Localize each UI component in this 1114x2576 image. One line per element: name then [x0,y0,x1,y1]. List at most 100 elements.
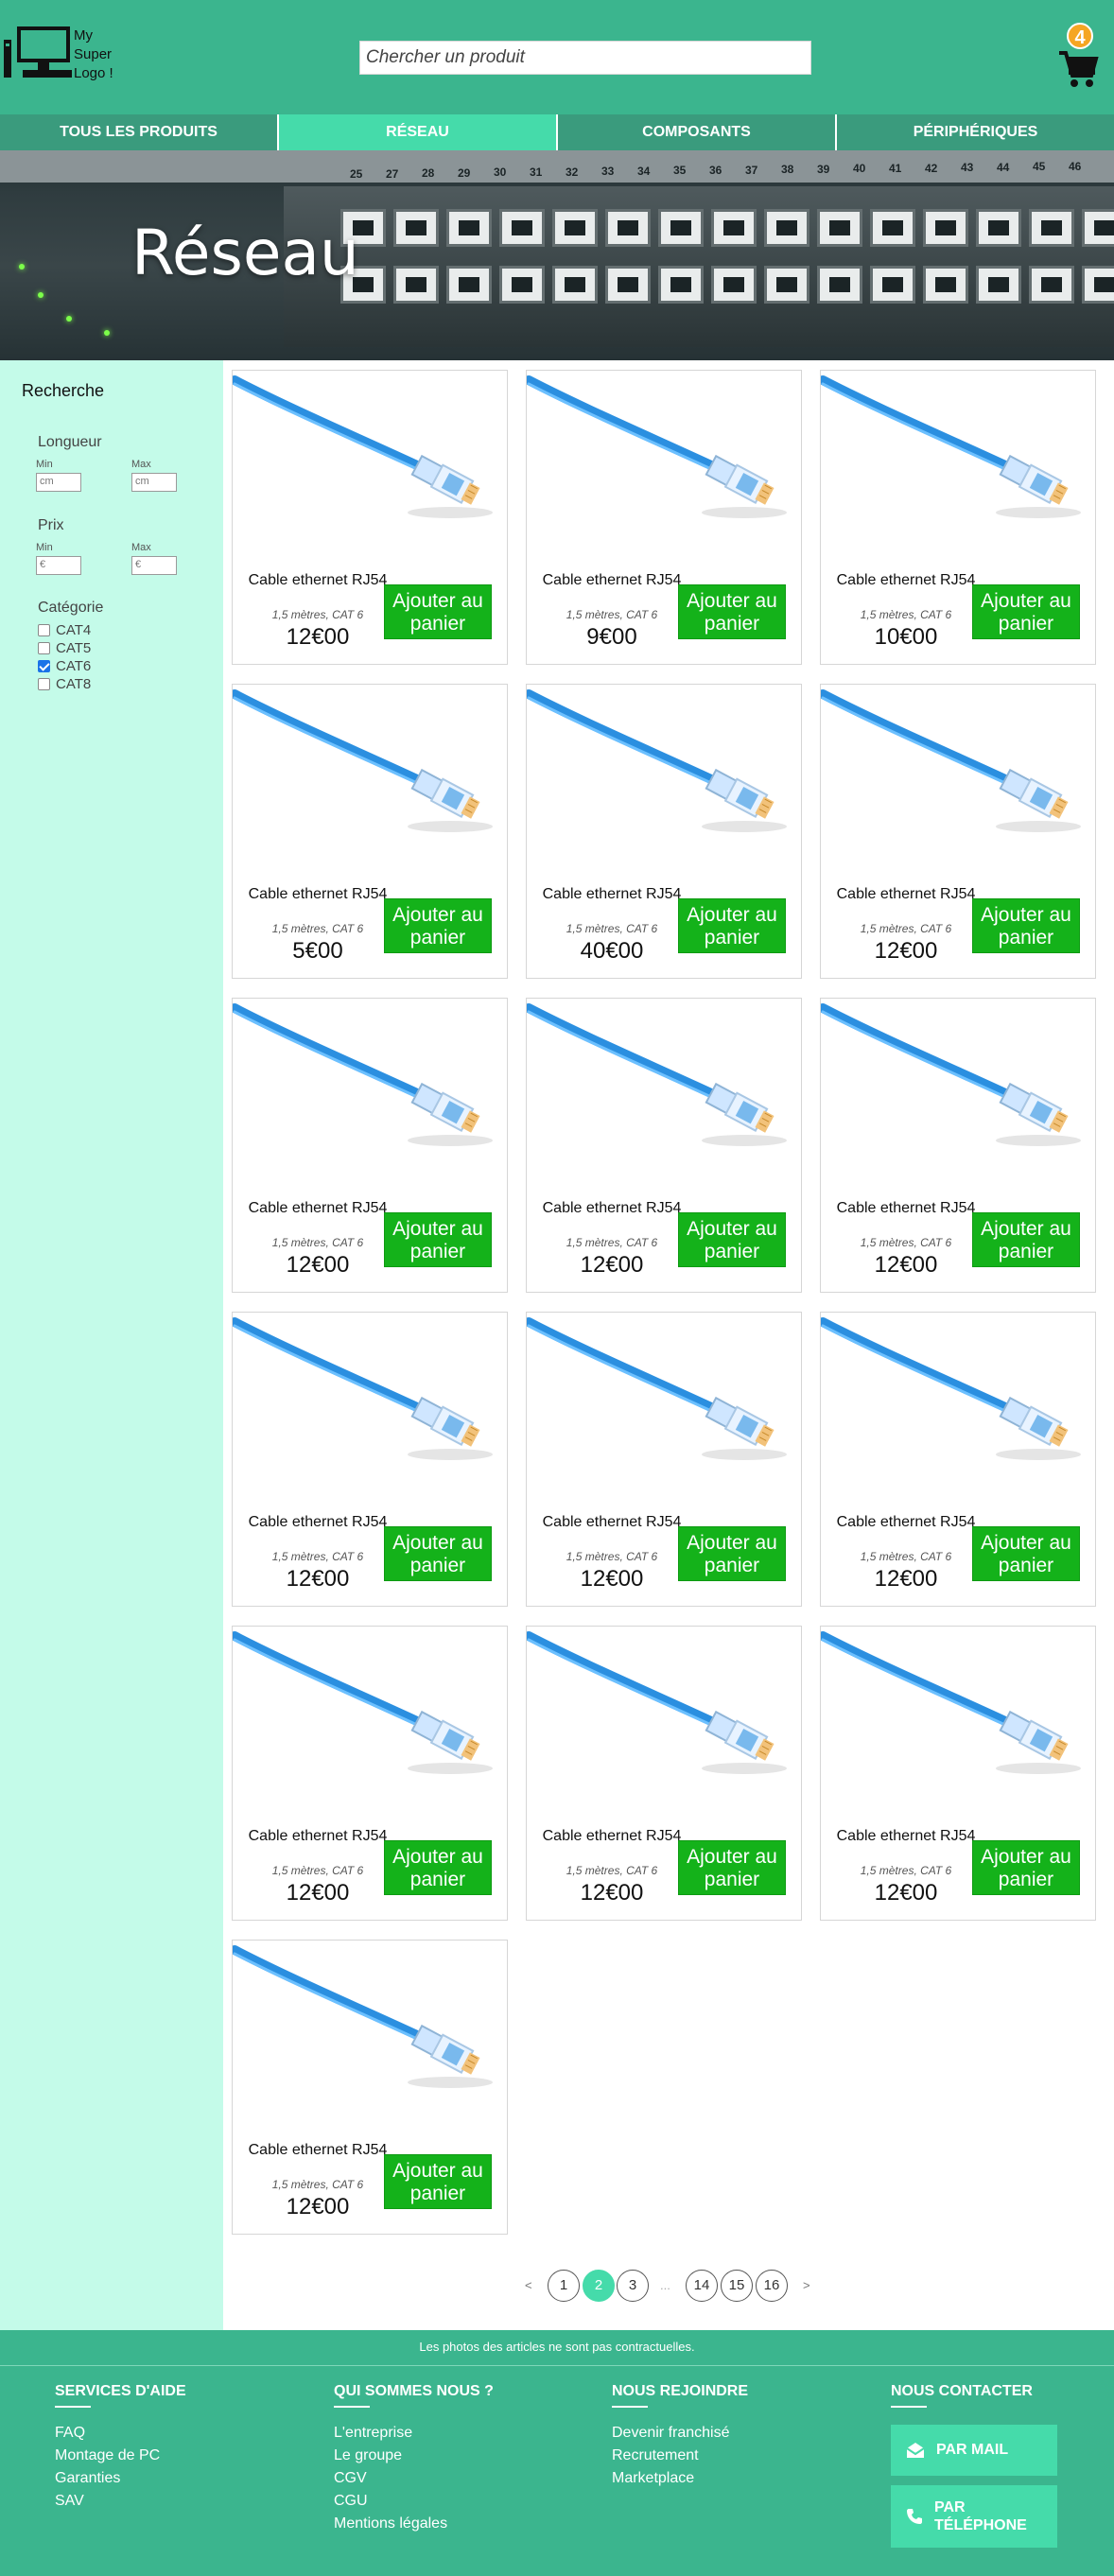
page-1[interactable]: 1 [548,2270,580,2302]
product-card[interactable]: Cable ethernet RJ54 1,5 mètres, CAT 6 12€0… [232,1312,508,1607]
add-to-cart-button[interactable]: Ajouter au panier [972,584,1080,639]
search-input[interactable]: Chercher un produit [359,41,811,75]
footer-link-marketplace[interactable]: Marketplace [612,2470,694,2487]
length-max-input[interactable]: cm [131,473,177,492]
add-to-cart-button[interactable]: Ajouter au panier [384,1526,492,1581]
product-name[interactable]: Cable ethernet RJ54 [828,1199,983,1217]
product-card[interactable]: Cable ethernet RJ54 1,5 mètres, CAT 6 12€0… [820,684,1096,979]
switch-port [393,209,439,247]
footer-link-sav[interactable]: SAV [55,2493,84,2510]
category-option-cat5[interactable]: CAT5 [38,640,91,656]
cable-image [527,375,787,518]
product-name[interactable]: Cable ethernet RJ54 [828,885,983,903]
add-to-cart-button[interactable]: Ajouter au panier [678,1840,786,1895]
add-to-cart-button[interactable]: Ajouter au panier [678,898,786,953]
footer-link-cgv[interactable]: CGV [334,2470,367,2487]
product-name[interactable]: Cable ethernet RJ54 [534,1513,689,1531]
contact-mail-button[interactable]: PAR MAIL [891,2425,1057,2476]
add-to-cart-button[interactable]: Ajouter au panier [972,1526,1080,1581]
footer-link-warranty[interactable]: Garanties [55,2470,120,2487]
footer-link-franchise[interactable]: Devenir franchisé [612,2425,730,2442]
product-card[interactable]: Cable ethernet RJ54 1,5 mètres, CAT 6 10€0… [820,370,1096,665]
product-card[interactable]: Cable ethernet RJ54 1,5 mètres, CAT 6 12€0… [232,1626,508,1921]
contact-phone-button[interactable]: PAR TÉLÉPHONE [891,2485,1057,2548]
footer-link-pc-build[interactable]: Montage de PC [55,2447,160,2464]
product-name[interactable]: Cable ethernet RJ54 [240,885,395,903]
product-card[interactable]: Cable ethernet RJ54 1,5 mètres, CAT 6 12€0… [526,1312,802,1607]
cable-image [233,1945,493,2088]
product-name[interactable]: Cable ethernet RJ54 [534,571,689,589]
product-description: 1,5 mètres, CAT 6 [860,922,952,935]
checkbox-checked[interactable] [38,660,50,672]
add-to-cart-button[interactable]: Ajouter au panier [384,2154,492,2209]
product-price: 12€00 [580,1566,644,1592]
page-14[interactable]: 14 [686,2270,718,2302]
add-to-cart-button[interactable]: Ajouter au panier [384,898,492,953]
add-to-cart-button[interactable]: Ajouter au panier [972,898,1080,953]
category-option-cat4[interactable]: CAT4 [38,622,91,638]
switch-port [1082,266,1114,304]
checkbox[interactable] [38,678,50,690]
footer-link-company[interactable]: L'entreprise [334,2425,412,2442]
product-name[interactable]: Cable ethernet RJ54 [240,1827,395,1845]
product-name[interactable]: Cable ethernet RJ54 [828,571,983,589]
add-to-cart-button[interactable]: Ajouter au panier [384,1840,492,1895]
footer-link-legal[interactable]: Mentions légales [334,2515,447,2532]
product-name[interactable]: Cable ethernet RJ54 [828,1827,983,1845]
product-name[interactable]: Cable ethernet RJ54 [534,885,689,903]
page-16[interactable]: 16 [756,2270,788,2302]
add-to-cart-button[interactable]: Ajouter au panier [384,584,492,639]
product-name[interactable]: Cable ethernet RJ54 [240,1199,395,1217]
price-max-input[interactable]: € [131,556,177,575]
product-card[interactable]: Cable ethernet RJ54 1,5 mètres, CAT 6 12€0… [820,998,1096,1293]
product-card[interactable]: Cable ethernet RJ54 1,5 mètres, CAT 6 12€0… [526,1626,802,1921]
length-min-input[interactable]: cm [36,473,81,492]
product-card[interactable]: Cable ethernet RJ54 1,5 mètres, CAT 6 12€0… [232,1940,508,2235]
product-name[interactable]: Cable ethernet RJ54 [828,1513,983,1531]
product-name[interactable]: Cable ethernet RJ54 [240,2141,395,2159]
page-3[interactable]: 3 [617,2270,649,2302]
product-name[interactable]: Cable ethernet RJ54 [534,1827,689,1845]
product-card[interactable]: Cable ethernet RJ54 1,5 mètres, CAT 6 12€0… [526,998,802,1293]
add-to-cart-button[interactable]: Ajouter au panier [972,1840,1080,1895]
checkbox[interactable] [38,624,50,636]
product-card[interactable]: Cable ethernet RJ54 1,5 mètres, CAT 6 12€0… [820,1312,1096,1607]
product-price: 12€00 [874,938,938,964]
cart-icon[interactable] [1057,47,1099,91]
logo-text[interactable]: My Super Logo ! [74,26,113,83]
price-min-label: Min [36,542,53,553]
port-number: 42 [925,161,938,175]
tab-network[interactable]: RÉSEAU [279,114,558,150]
price-min-input[interactable]: € [36,556,81,575]
footer-link-faq[interactable]: FAQ [55,2425,85,2442]
product-card[interactable]: Cable ethernet RJ54 1,5 mètres, CAT 6 40€0… [526,684,802,979]
category-option-cat8[interactable]: CAT8 [38,676,91,692]
add-to-cart-button[interactable]: Ajouter au panier [678,584,786,639]
pagination-next[interactable]: > [803,2270,810,2302]
page-2-current[interactable]: 2 [583,2270,615,2302]
add-to-cart-button[interactable]: Ajouter au panier [384,1212,492,1267]
product-card[interactable]: Cable ethernet RJ54 1,5 mètres, CAT 6 12€0… [232,370,508,665]
product-card[interactable]: Cable ethernet RJ54 1,5 mètres, CAT 6 9€00… [526,370,802,665]
tab-all-products[interactable]: TOUS LES PRODUITS [0,114,279,150]
length-max-label: Max [131,459,151,470]
product-name[interactable]: Cable ethernet RJ54 [240,1513,395,1531]
add-to-cart-button[interactable]: Ajouter au panier [972,1212,1080,1267]
product-description: 1,5 mètres, CAT 6 [271,608,364,621]
product-card[interactable]: Cable ethernet RJ54 1,5 mètres, CAT 6 12€0… [232,998,508,1293]
product-card[interactable]: Cable ethernet RJ54 1,5 mètres, CAT 6 5€00… [232,684,508,979]
tab-peripherals[interactable]: PÉRIPHÉRIQUES [837,114,1114,150]
add-to-cart-button[interactable]: Ajouter au panier [678,1526,786,1581]
add-to-cart-button[interactable]: Ajouter au panier [678,1212,786,1267]
checkbox[interactable] [38,642,50,654]
page-15[interactable]: 15 [721,2270,753,2302]
product-name[interactable]: Cable ethernet RJ54 [240,571,395,589]
pagination-prev[interactable]: < [525,2270,532,2302]
footer-link-cgu[interactable]: CGU [334,2493,368,2510]
product-card[interactable]: Cable ethernet RJ54 1,5 mètres, CAT 6 12€0… [820,1626,1096,1921]
tab-components[interactable]: COMPOSANTS [558,114,837,150]
category-option-cat6[interactable]: CAT6 [38,658,91,674]
footer-link-recruitment[interactable]: Recrutement [612,2447,699,2464]
product-name[interactable]: Cable ethernet RJ54 [534,1199,689,1217]
footer-link-group[interactable]: Le groupe [334,2447,402,2464]
